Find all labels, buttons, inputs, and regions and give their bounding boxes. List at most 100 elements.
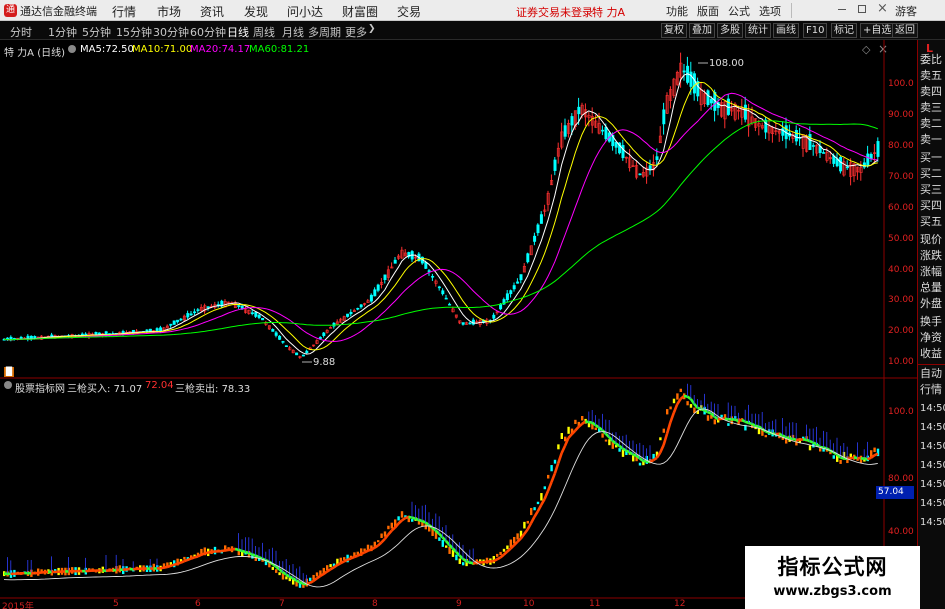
candle-body xyxy=(193,311,197,314)
panel-time: 14:50 xyxy=(920,479,945,490)
signal-line-segment xyxy=(652,456,658,462)
signal-line-segment xyxy=(850,456,855,460)
candle-body xyxy=(689,71,693,87)
indicator-bar xyxy=(315,572,319,577)
signal-line-segment xyxy=(329,566,335,571)
signal-line-segment xyxy=(238,548,243,553)
indicator-bar xyxy=(499,551,502,556)
signal-line-segment xyxy=(350,555,355,560)
signal-line-segment xyxy=(187,557,192,562)
sub-settings-dot-icon[interactable] xyxy=(4,381,12,389)
signal-line-segment xyxy=(625,449,631,454)
candle-body xyxy=(376,284,380,291)
panel-item-change-pct: 涨幅 xyxy=(920,265,942,278)
panel-item-bid5: 买五 xyxy=(920,215,942,228)
signal-line-segment xyxy=(278,568,284,574)
x-tick: 8 xyxy=(372,599,378,609)
signal-line-segment xyxy=(377,541,383,547)
chart-canvas xyxy=(0,40,917,599)
signal-line-segment xyxy=(299,581,304,585)
candle-body xyxy=(369,294,373,302)
signal-line-segment xyxy=(662,433,669,446)
indicator-bar xyxy=(679,388,682,392)
x-tick: 7 xyxy=(279,599,285,609)
indicator-bar xyxy=(329,564,332,568)
x-tick: 12 xyxy=(674,599,686,609)
signal-line-segment xyxy=(496,556,502,561)
indicator-bar xyxy=(686,401,689,406)
candle-body xyxy=(866,153,870,166)
signal-line-segment xyxy=(183,558,189,563)
y-tick-main: 90.00 xyxy=(888,110,914,120)
signal-line-segment xyxy=(288,575,294,580)
candle-body xyxy=(655,156,659,161)
candle-body xyxy=(441,290,445,295)
candle-body xyxy=(169,323,173,326)
signal-line-segment xyxy=(339,560,345,565)
indicator-bar xyxy=(808,445,812,451)
signal-line-segment xyxy=(255,554,260,559)
signal-line-segment xyxy=(194,555,199,559)
signal-line-segment xyxy=(550,473,557,483)
y-tick-sub: 80.00 xyxy=(888,474,914,484)
candle-body xyxy=(577,106,581,115)
site-watermark: 指标公式网 www.zbgs3.com xyxy=(745,546,920,609)
panel-tab-auto[interactable]: 自动 xyxy=(920,366,945,382)
indicator-tag-icon[interactable]: █ xyxy=(4,367,14,377)
panel-item-outer: 外盘 xyxy=(920,297,942,310)
indicator-bar xyxy=(560,432,563,439)
indicator-bar xyxy=(458,558,461,564)
signal-line-segment xyxy=(248,551,253,556)
indicator-bar xyxy=(638,462,642,466)
candle-body xyxy=(301,354,305,357)
signal-line-segment xyxy=(421,519,427,524)
candle-body xyxy=(638,173,642,176)
sub-chart-title: 股票指标网 xyxy=(15,384,65,395)
sell-signal-legend: 三枪卖出: 78.33 xyxy=(175,384,251,395)
signal-line-segment xyxy=(659,444,665,454)
signal-line-segment xyxy=(672,403,679,414)
signal-line-segment xyxy=(697,406,702,411)
x-tick: 9 xyxy=(456,599,462,609)
candle-body xyxy=(431,275,435,278)
panel-item-turnover: 换手 xyxy=(920,315,942,328)
signal-line-segment xyxy=(207,550,212,554)
signal-line-segment xyxy=(177,561,182,565)
candle-body xyxy=(250,312,254,314)
panel-tab-quotes[interactable]: 行情 xyxy=(920,382,945,398)
signal-line-segment xyxy=(853,456,858,460)
indicator-bar xyxy=(676,393,679,400)
signal-line-segment xyxy=(163,565,168,569)
candle-body xyxy=(346,313,350,317)
signal-line-segment xyxy=(707,410,712,415)
candle-body xyxy=(509,290,513,295)
signal-line-segment xyxy=(414,517,420,522)
signal-line-segment xyxy=(594,424,600,429)
y-tick-main: 60.00 xyxy=(888,203,914,213)
signal-line-segment xyxy=(809,439,814,444)
indicator-bar xyxy=(547,474,550,479)
indicator-bar xyxy=(183,556,186,560)
candle-body xyxy=(811,145,815,147)
signal-line-segment xyxy=(221,549,226,553)
signal-line-segment xyxy=(499,553,505,559)
candle-body xyxy=(196,309,200,311)
signal-line-segment xyxy=(234,547,239,552)
indicator-bar xyxy=(462,562,465,566)
signal-line-segment xyxy=(543,490,550,500)
candle-body xyxy=(172,320,176,325)
signal-line-segment xyxy=(502,550,509,556)
candle-body xyxy=(461,322,465,325)
panel-item-bid2: 买二 xyxy=(920,167,942,180)
mid-value-legend: 72.04 xyxy=(145,380,174,391)
ma20-line xyxy=(3,92,878,343)
candle-body xyxy=(570,116,574,126)
indicator-bar xyxy=(764,435,767,438)
x-tick: 11 xyxy=(589,599,601,609)
candle-body xyxy=(206,306,210,308)
candle-body xyxy=(794,130,798,142)
indicator-bar xyxy=(445,545,448,548)
signal-line-segment xyxy=(755,424,760,428)
y-tick-sub: 40.00 xyxy=(888,527,914,537)
signal-line-segment xyxy=(840,456,845,460)
